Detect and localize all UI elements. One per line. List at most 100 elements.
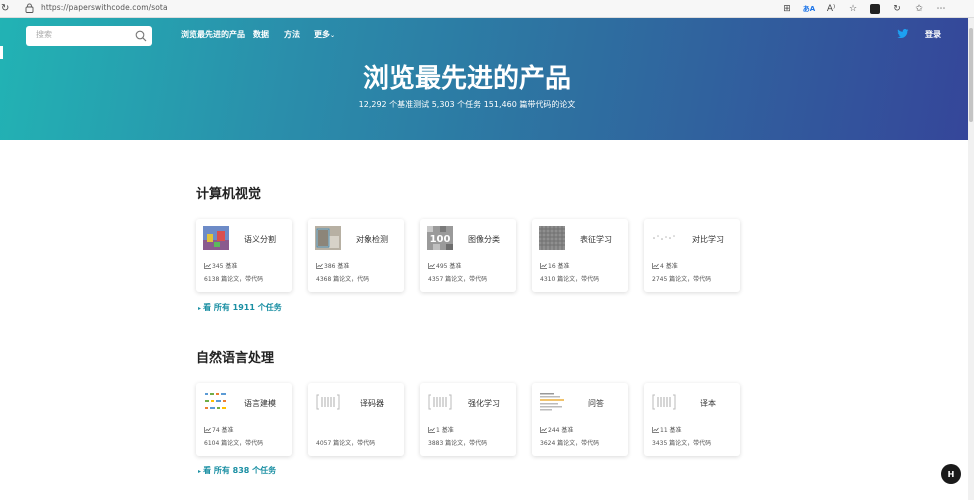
lock-icon[interactable]	[25, 3, 34, 13]
seg-thumbnail-icon	[203, 226, 229, 250]
paper-count: 6104 篇论文，带代码	[204, 440, 264, 447]
paper-count: 6138 篇论文，带代码	[204, 276, 264, 283]
chart-icon	[428, 262, 435, 269]
task-card[interactable]: 对比学习 4 基准 2745 篇论文，带代码	[644, 219, 740, 292]
chart-icon	[316, 262, 323, 269]
task-card[interactable]: 译码器 4057 篇论文，带代码	[308, 383, 404, 456]
twitter-icon[interactable]	[897, 29, 909, 39]
contrastive-thumbnail-icon	[653, 235, 675, 240]
see-all-cv-tasks[interactable]: ▸ 看 所有 1911 个任务	[198, 302, 282, 313]
task-name: 语言建模	[244, 399, 276, 408]
nav-methods[interactable]: 方法	[284, 29, 300, 40]
chart-icon	[540, 426, 547, 433]
task-name: 图像分类	[468, 235, 500, 244]
address-bar[interactable]: https://paperswithcode.com/sota	[41, 3, 168, 12]
task-name: 对象检测	[356, 235, 388, 244]
placeholder-thumbnail-icon	[316, 394, 340, 410]
task-name: 语义分割	[244, 235, 276, 244]
nav-sota[interactable]: 浏览最先进的产品	[181, 29, 245, 40]
chart-icon	[204, 426, 211, 433]
thumbnail-label: 100	[430, 234, 451, 245]
nav-more[interactable]: 更多⌄	[314, 29, 335, 40]
task-name: 译本	[700, 399, 716, 408]
task-card[interactable]: 译本 11 基准 3435 篇论文，带代码	[644, 383, 740, 456]
placeholder-thumbnail-icon	[428, 394, 452, 410]
chart-icon	[540, 262, 547, 269]
section-title-nlp: 自然语言处理	[196, 351, 275, 366]
favorites-bar-icon[interactable]: ✩	[908, 2, 930, 16]
benchmark-label: 386 基准	[324, 263, 350, 270]
see-all-label: 看 所有 1911 个任务	[203, 303, 282, 312]
paper-count: 3624 篇论文，带代码	[540, 440, 600, 447]
scrollbar-thumb[interactable]	[969, 28, 973, 122]
benchmark-count: 495 基准	[428, 261, 461, 270]
task-card[interactable]: 语言建模 74 基准 6104 篇论文，带代码	[196, 383, 292, 456]
placeholder-thumbnail-icon	[652, 394, 676, 410]
search-box[interactable]	[26, 26, 152, 46]
detection-thumbnail-icon	[315, 226, 341, 250]
paper-count: 4310 篇论文，带代码	[540, 276, 600, 283]
task-card[interactable]: 语义分割 345 基准 6138 篇论文，带代码	[196, 219, 292, 292]
paper-count: 4368 篇论文，代码	[316, 276, 370, 283]
qa-thumbnail-icon	[540, 393, 564, 411]
nav-more-label: 更多	[314, 30, 330, 39]
chart-icon	[428, 426, 435, 433]
task-name: 译码器	[360, 399, 384, 408]
paper-count: 3883 篇论文，带代码	[428, 440, 488, 447]
search-input[interactable]	[36, 30, 126, 39]
language-model-thumbnail-icon	[205, 393, 226, 409]
benchmark-label: 74 基准	[212, 427, 234, 434]
extension-icon[interactable]	[864, 2, 886, 16]
benchmark-label: 345 基准	[212, 263, 238, 270]
benchmark-label: 11 基准	[660, 427, 682, 434]
benchmark-label: 244 基准	[548, 427, 574, 434]
nav-datasets[interactable]: 数据	[253, 29, 269, 40]
read-aloud-icon[interactable]: A⁾	[820, 2, 842, 16]
benchmark-count: 345 基准	[204, 261, 237, 270]
search-icon[interactable]	[135, 30, 147, 42]
benchmark-count: 244 基准	[540, 425, 573, 434]
apps-icon[interactable]: ⊞	[776, 2, 798, 16]
more-icon[interactable]: ⋯	[930, 2, 952, 16]
see-all-nlp-tasks[interactable]: ▸ 看 所有 838 个任务	[198, 465, 276, 476]
browser-actions: ⊞ あA A⁾ ☆ ↻ ✩ ⋯	[776, 2, 952, 16]
benchmark-count: 4 基准	[652, 261, 678, 270]
reload-icon[interactable]: ↻	[1, 3, 9, 14]
chevron-down-icon: ⌄	[330, 32, 336, 39]
task-card[interactable]: 对象检测 386 基准 4368 篇论文，代码	[308, 219, 404, 292]
benchmark-label: 4 基准	[660, 263, 678, 270]
help-chat-button[interactable]: H	[941, 464, 961, 484]
section-title-cv: 计算机视觉	[196, 187, 262, 202]
paper-count: 4357 篇论文，带代码	[428, 276, 488, 283]
paper-count: 3435 篇论文，带代码	[652, 440, 712, 447]
benchmark-count: 1 基准	[428, 425, 454, 434]
translate-icon[interactable]: あA	[798, 2, 820, 16]
benchmark-label: 495 基准	[436, 263, 462, 270]
classification-thumbnail-icon: 100	[427, 226, 453, 250]
task-card[interactable]: 表征学习 16 基准 4310 篇论文，带代码	[532, 219, 628, 292]
chart-icon	[652, 426, 659, 433]
page-title: 浏览最先进的产品	[362, 64, 571, 94]
task-name: 强化学习	[468, 399, 500, 408]
chart-icon	[204, 262, 211, 269]
paper-count: 2745 篇论文，带代码	[652, 276, 712, 283]
see-all-label: 看 所有 838 个任务	[203, 466, 277, 475]
benchmark-label: 16 基准	[548, 263, 570, 270]
representation-thumbnail-icon	[539, 226, 565, 250]
sync-icon[interactable]: ↻	[886, 2, 908, 16]
benchmark-label: 1 基准	[436, 427, 454, 434]
chart-icon	[652, 262, 659, 269]
task-card[interactable]: 100 图像分类 495 基准 4357 篇论文，带代码	[420, 219, 516, 292]
benchmark-count: 386 基准	[316, 261, 349, 270]
task-card[interactable]: 问答 244 基准 3624 篇论文，带代码	[532, 383, 628, 456]
login-link[interactable]: 登录	[925, 29, 941, 40]
page-subtitle: 12,292 个基准测试 5,303 个任务 151,460 篇带代码的论文	[358, 100, 576, 109]
task-name: 表征学习	[580, 235, 612, 244]
favorite-icon[interactable]: ☆	[842, 2, 864, 16]
benchmark-count: 16 基准	[540, 261, 570, 270]
paper-count: 4057 篇论文，带代码	[316, 440, 376, 447]
task-card[interactable]: 强化学习 1 基准 3883 篇论文，带代码	[420, 383, 516, 456]
browser-toolbar: ↻ https://paperswithcode.com/sota ⊞ あA A…	[0, 0, 974, 18]
task-name: 问答	[588, 399, 604, 408]
task-name: 对比学习	[692, 235, 724, 244]
